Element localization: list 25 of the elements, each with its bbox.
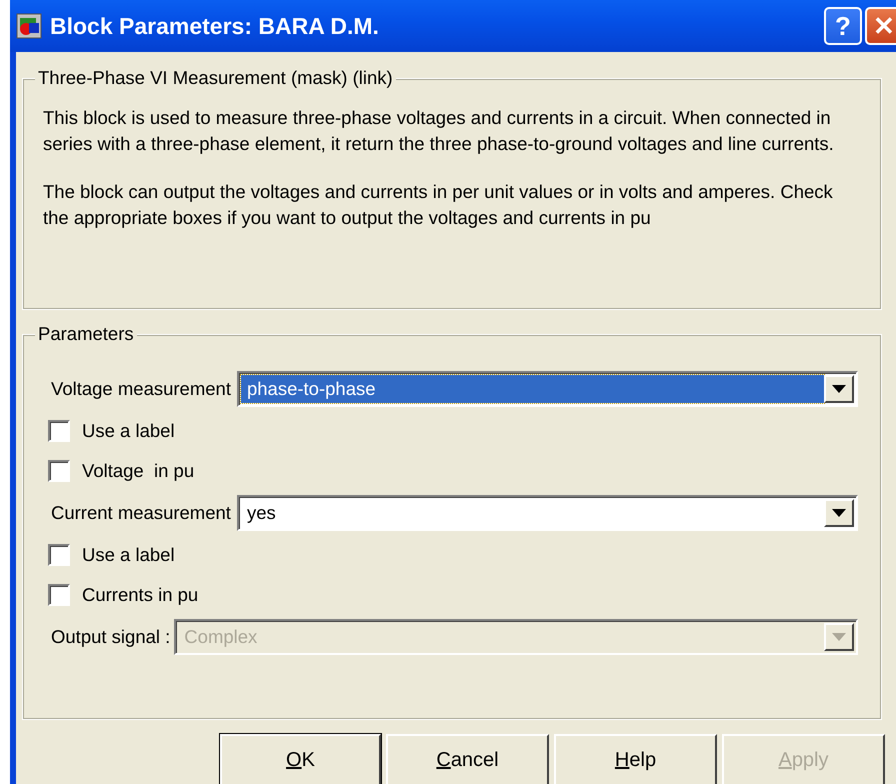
dialog-button[interactable]: OK [220,734,381,784]
dropdown-arrow-icon [832,633,846,641]
checkbox-label: Use a label [82,419,175,444]
description-text: The block can output the voltages and currents in per unit values or in volts and amperes. Check the appropriate boxes if you want to output the voltages and currents in pu [43,180,834,230]
dialog-button[interactable]: Cancel [386,734,549,784]
close-button[interactable]: ✕ [865,7,896,45]
description-text: This block is used to measure three-phase voltages and currents in a circuit. When connected in series with a three-phase element, it return the three phase-to-ground voltages and line currents. [43,106,835,156]
checkbox[interactable] [48,460,70,482]
checkbox[interactable] [48,584,70,606]
checkbox-label: Currents in pu [82,583,198,608]
field-label: Output signal : [50,625,172,650]
window-title: Block Parameters: BARA D.M. [50,12,380,41]
dropdown-field[interactable]: yes [236,495,858,531]
checkbox-label: Voltage in pu [82,459,194,484]
help-button[interactable]: ? [824,7,862,45]
checkbox[interactable] [48,420,70,442]
field-label: Voltage measurement [50,377,232,402]
dropdown-arrow-icon [832,509,846,517]
dialog-button[interactable]: Help [554,734,717,784]
checkbox[interactable] [48,544,70,566]
checkbox-label: Use a label [82,543,175,568]
app-icon [16,13,42,39]
dropdown-arrow-icon [832,385,846,393]
dropdown-field[interactable]: phase-to-phase [236,371,858,407]
field-label: Current measurement [50,501,232,526]
